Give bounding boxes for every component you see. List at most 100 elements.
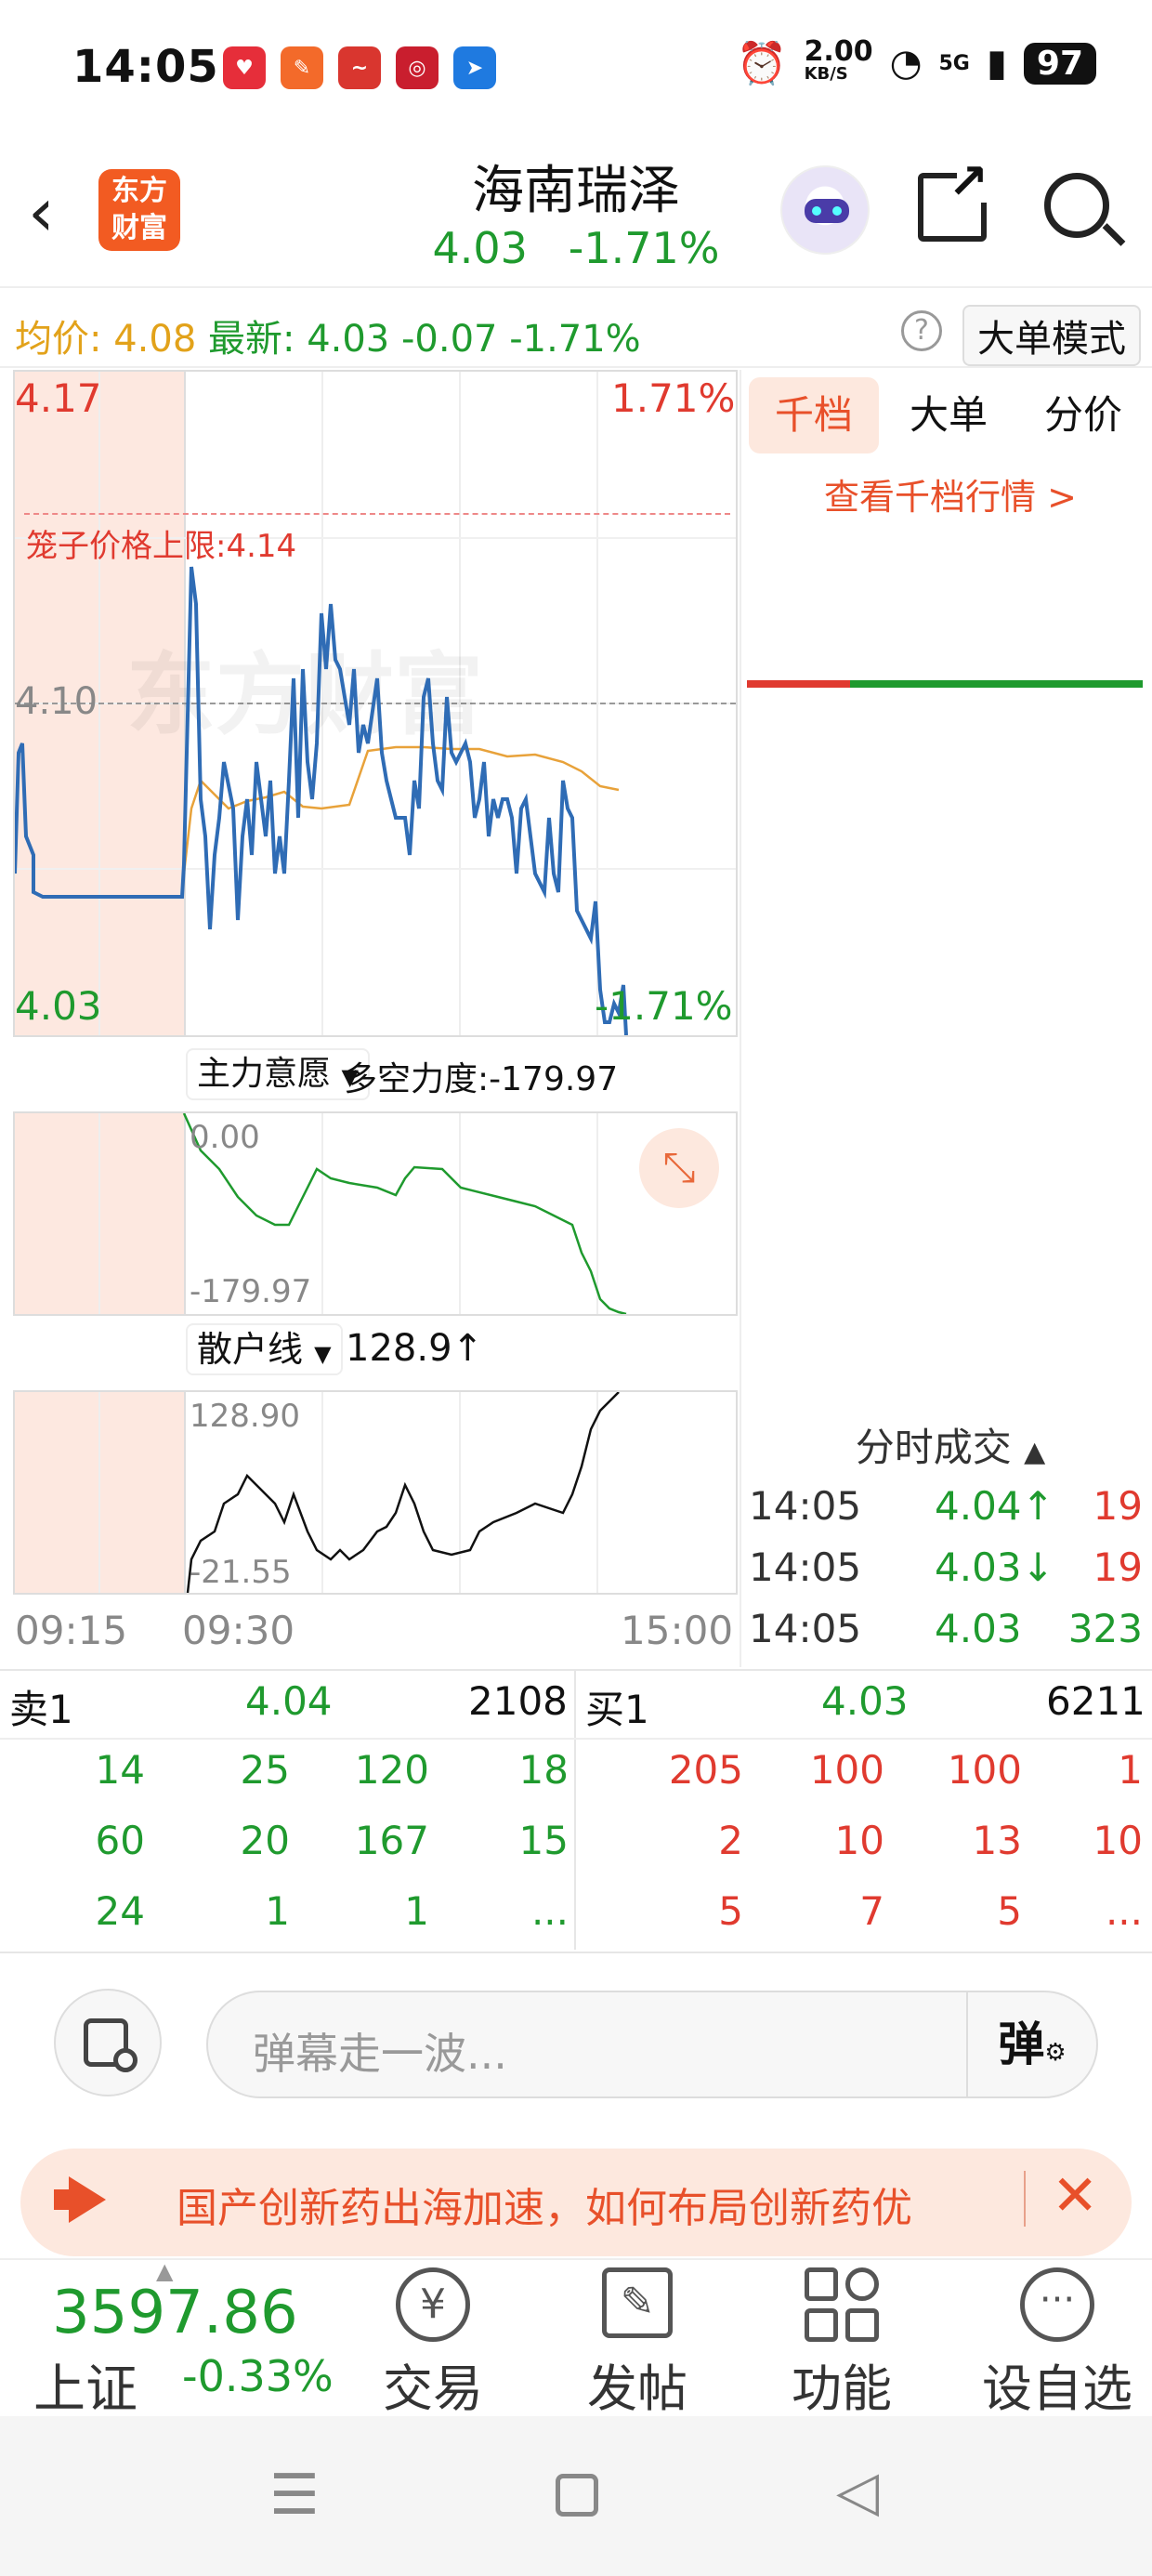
status-time: 14:05: [72, 41, 219, 93]
trade-price: 4.04↑: [935, 1483, 1054, 1529]
depth-queue-cell: 120: [354, 1747, 429, 1793]
depth-queue-cell: 14: [95, 1747, 145, 1793]
news-banner[interactable]: 国产创新药出海加速，如何布局创新药优 ✕: [20, 2149, 1132, 2256]
depth-queue-cell: 1: [1118, 1747, 1143, 1793]
depth-queue-cell: 2: [718, 1818, 743, 1863]
net-unit: KB/S: [804, 64, 848, 84]
depth-queue-cell: 5: [997, 1888, 1022, 1934]
avg-value: 4.08: [113, 318, 197, 361]
share-icon[interactable]: ↗: [918, 158, 994, 242]
avg-label: 均价:: [15, 318, 102, 361]
latest-value: 4.03: [307, 318, 390, 361]
trade-time: 14:05: [749, 1483, 862, 1529]
app-notification-icon: ♥: [223, 46, 266, 89]
trade-row: 14:05 4.04↑ 19: [749, 1483, 1152, 1544]
app-notification-icon: ~: [338, 46, 381, 89]
index-value[interactable]: 3597.86: [52, 2279, 298, 2347]
more-icon: ···: [1020, 2267, 1094, 2342]
depth-queue-cell: 25: [240, 1747, 290, 1793]
price-line: [15, 566, 628, 1035]
trade-row: 14:05 4.03↓ 19: [749, 1544, 1152, 1606]
back-nav-icon[interactable]: ◁: [836, 2459, 879, 2524]
alarm-icon: ⏰: [736, 40, 788, 87]
index-name: 上证: [33, 2359, 137, 2420]
indicator2-value: 128.9↑: [346, 1327, 484, 1370]
depth-queue-cell: 7: [859, 1888, 884, 1934]
chart-high-pct: 1.71%: [611, 375, 736, 421]
depth-queue-cell: 24: [95, 1888, 145, 1934]
danmu-send-button[interactable]: 弹⚙: [966, 1992, 1096, 2096]
status-bar: 14:05 ♥ ✎ ~ ◎ ➤ ⏰ 2.00 KB/S ◔ 5G ▮ 97: [0, 0, 1152, 139]
indicator1-bottom: -179.97: [190, 1273, 312, 1310]
search-icon[interactable]: [1044, 173, 1126, 246]
indicator1-top: 0.00: [190, 1119, 260, 1156]
index-change: -0.33%: [182, 2351, 334, 2401]
indicator1-chart[interactable]: ⤡: [13, 1111, 738, 1316]
collapse-up-icon: ▲: [1024, 1436, 1046, 1468]
robot-assistant-icon[interactable]: [780, 165, 870, 255]
depth-queue-cell: 1: [265, 1888, 290, 1934]
depth-buy-vol: 6211: [1046, 1678, 1145, 1724]
bid-list[interactable]: 买14.036211买24.027702买34.016722买44.001.3万…: [749, 704, 1152, 1411]
net-speed: 2.00: [804, 35, 873, 68]
indicator2-top: 128.90: [190, 1398, 300, 1435]
depth-queue-cell: 5: [718, 1888, 743, 1934]
time-axis-start: 09:15: [15, 1608, 128, 1653]
latest-change: -0.07: [400, 318, 498, 361]
signal-icon: ▮: [986, 42, 1007, 85]
depth-queue-cell: 100: [947, 1747, 1022, 1793]
nav-trade[interactable]: ¥ 交易: [359, 2267, 507, 2421]
ask-list[interactable]: 卖34.064425卖24.053012卖14.042108: [749, 517, 1152, 677]
close-icon[interactable]: ✕: [1052, 2163, 1098, 2228]
bid-ask-ratio-bar: [747, 680, 1143, 688]
view-more-link[interactable]: 查看千档行情 >: [749, 468, 1152, 519]
trade-list: 14:05 4.04↑ 19 14:05 4.03↓ 19 14:05 4.03 323: [749, 1483, 1152, 1667]
edit-icon: ✎: [602, 2267, 673, 2338]
trade-volume: 19: [1093, 1483, 1143, 1529]
depth-queue-cell: 1: [404, 1888, 429, 1934]
help-icon[interactable]: ?: [901, 310, 942, 351]
indicator2-chart[interactable]: [13, 1390, 738, 1595]
trade-volume: 19: [1093, 1544, 1143, 1590]
tab-qiandang[interactable]: 千档: [749, 377, 879, 453]
depth-queue-cell: ...: [530, 1888, 569, 1934]
tab-dadan[interactable]: 大单: [888, 377, 1009, 453]
trades-header[interactable]: 分时成交 ▲: [749, 1416, 1152, 1473]
latest-change-pct: -1.71%: [509, 318, 641, 361]
tab-fenjia[interactable]: 分价: [1018, 377, 1148, 453]
app-notification-icon: ➤: [453, 46, 496, 89]
depth-buy-price: 4.03: [821, 1678, 909, 1724]
home-icon[interactable]: [556, 2474, 598, 2517]
trade-row: 14:05 4.03 323: [749, 1606, 1152, 1667]
depth-queue-cell: 20: [240, 1818, 290, 1863]
nav-watchlist[interactable]: ··· 设自选: [974, 2267, 1141, 2421]
wifi-icon: ◔: [889, 42, 923, 85]
battery-indicator: 97: [1023, 42, 1096, 85]
indicator1-metric: 多空力度:-179.97: [344, 1060, 619, 1098]
depth-queue-cell: 205: [668, 1747, 743, 1793]
indicator2-selector[interactable]: 散户线 ▼: [186, 1323, 343, 1375]
menu-icon[interactable]: ☰: [269, 2463, 320, 2528]
danmu-gear-icon: ⚙: [1044, 2039, 1067, 2067]
nav-functions[interactable]: 功能: [767, 2267, 916, 2421]
nav-post[interactable]: ✎ 发帖: [563, 2267, 712, 2421]
price-line-chart: [15, 566, 628, 1035]
app-notification-icon: ✎: [281, 46, 323, 89]
depth-buy-label: 买1: [585, 1687, 649, 1732]
dropdown-icon: ▼: [314, 1341, 332, 1367]
price-strip: 均价: 4.08 最新: 4.03 -0.07 -1.71% ? 大单模式: [0, 297, 1152, 368]
indicator1-selector[interactable]: 主力意愿 ▼: [186, 1048, 370, 1100]
yuan-icon: ¥: [396, 2267, 470, 2342]
depth-queue-cell: 100: [809, 1747, 884, 1793]
depth-queue-cell: 167: [354, 1818, 429, 1863]
depth-queue-cell: 15: [518, 1818, 569, 1863]
big-order-mode-button[interactable]: 大单模式: [962, 305, 1141, 366]
intraday-chart[interactable]: 东方财富: [13, 370, 738, 1037]
indicator2-bottom: -21.55: [190, 1554, 292, 1591]
expand-icon[interactable]: ⤡: [639, 1128, 719, 1208]
grid-icon: [805, 2267, 879, 2342]
danmu-settings-button[interactable]: [54, 1989, 162, 2096]
depth-queue-cell: ...: [1105, 1888, 1143, 1934]
depth-queue-cell: 18: [518, 1747, 569, 1793]
danmu-input[interactable]: 弹幕走一波... 弹⚙: [206, 1991, 1098, 2098]
